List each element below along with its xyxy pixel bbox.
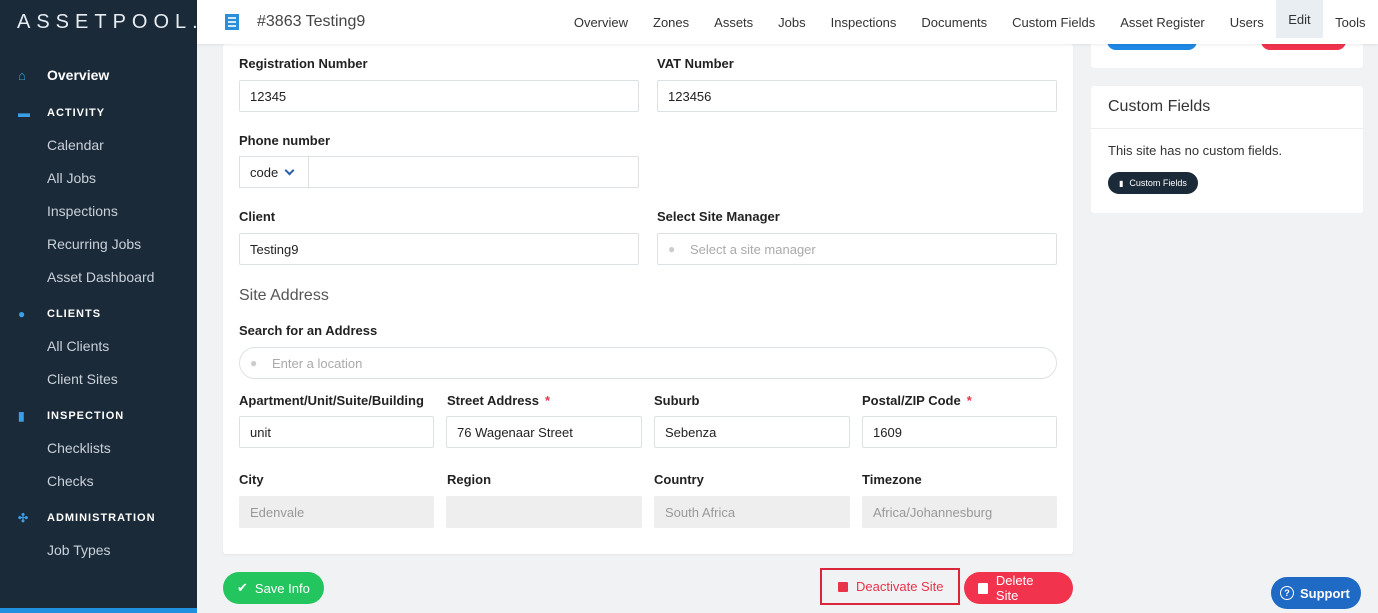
site-actions-panel <box>1091 32 1363 68</box>
timezone-input: Africa/Johannesburg <box>862 496 1057 528</box>
trash-icon <box>978 582 988 594</box>
sidebar-item-checklists[interactable]: Checklists <box>0 431 197 464</box>
apartment-input[interactable]: unit <box>239 416 434 448</box>
sidebar-item-label: Overview <box>47 67 110 83</box>
region-input <box>446 496 642 528</box>
region-label: Region <box>447 472 492 487</box>
registration-number-label: Registration Number <box>239 56 368 71</box>
page-title: #3863 Testing9 <box>257 13 366 30</box>
sidebar-item-recurring-jobs[interactable]: Recurring Jobs <box>0 227 197 260</box>
tab-asset-register[interactable]: Asset Register <box>1108 0 1218 44</box>
briefcase-icon: ▬ <box>18 106 31 120</box>
user-icon: ● <box>668 242 676 256</box>
suburb-input[interactable]: Sebenza <box>654 416 850 448</box>
tab-custom-fields[interactable]: Custom Fields <box>1000 0 1108 44</box>
app-logo[interactable]: ASSETPOOL. <box>0 0 198 44</box>
sidebar-section-administration: ✣ ADMINISTRATION <box>18 511 156 525</box>
street-address-input[interactable]: 76 Wagenaar Street <box>446 416 642 448</box>
required-marker: * <box>545 393 551 408</box>
map-pin-icon: ● <box>250 356 258 370</box>
top-bar: #3863 Testing9 Overview Zones Assets Job… <box>197 0 1378 44</box>
tab-jobs[interactable]: Jobs <box>766 0 818 44</box>
sidebar-item-overview[interactable]: ⌂ Overview <box>0 58 197 92</box>
site-tabs: Overview Zones Assets Jobs Inspections D… <box>561 0 1378 44</box>
city-label: City <box>239 472 264 487</box>
sidebar-item-job-types[interactable]: Job Types <box>0 533 197 566</box>
check-icon: ✔ <box>237 580 248 595</box>
site-form-card: Registration Number 12345 VAT Number 123… <box>223 44 1073 554</box>
sidebar-section-activity: ▬ ACTIVITY <box>18 106 106 120</box>
clipboard-icon: ▮ <box>1119 178 1124 188</box>
tab-users[interactable]: Users <box>1217 0 1276 44</box>
postal-code-label: Postal/ZIP Code * <box>862 393 972 408</box>
building-icon <box>225 14 239 30</box>
site-address-heading: Site Address <box>239 287 329 304</box>
help-icon: ? <box>1280 586 1294 600</box>
city-input: Edenvale <box>239 496 434 528</box>
phone-number-input[interactable] <box>308 156 639 188</box>
phone-code-select[interactable]: code <box>239 156 309 188</box>
tab-overview[interactable]: Overview <box>561 0 640 44</box>
address-search-input[interactable]: ● Enter a location <box>239 347 1057 379</box>
sidebar-item-all-clients[interactable]: All Clients <box>0 329 197 362</box>
vat-number-label: VAT Number <box>657 56 734 71</box>
tab-edit[interactable]: Edit <box>1276 0 1323 38</box>
street-address-label: Street Address * <box>447 393 551 408</box>
site-manager-select[interactable]: ● Select a site manager <box>657 233 1057 265</box>
panel-title: Custom Fields <box>1091 86 1363 129</box>
client-input[interactable]: Testing9 <box>239 233 639 265</box>
site-manager-label: Select Site Manager <box>657 209 780 224</box>
sidebar-section-clients: ● CLIENTS <box>18 307 102 321</box>
tab-inspections[interactable]: Inspections <box>818 0 909 44</box>
search-address-label: Search for an Address <box>239 323 378 338</box>
postal-code-input[interactable]: 1609 <box>862 416 1057 448</box>
sidebar-item-asset-dashboard[interactable]: Asset Dashboard <box>0 260 197 293</box>
phone-number-label: Phone number <box>239 133 331 148</box>
suburb-label: Suburb <box>654 393 700 408</box>
timezone-label: Timezone <box>862 472 922 487</box>
users-icon: ● <box>18 307 27 321</box>
sidebar-active-indicator <box>0 608 197 613</box>
client-label: Client <box>239 209 276 224</box>
support-button[interactable]: ? Support <box>1271 577 1361 609</box>
country-label: Country <box>654 472 704 487</box>
custom-fields-button[interactable]: ▮ Custom Fields <box>1108 172 1198 194</box>
home-icon: ⌂ <box>18 67 26 83</box>
empty-message: This site has no custom fields. <box>1108 143 1283 158</box>
required-marker: * <box>966 393 972 408</box>
tab-documents[interactable]: Documents <box>909 0 1000 44</box>
tab-zones[interactable]: Zones <box>641 0 702 44</box>
sidebar: ASSETPOOL. ⌂ Overview ▬ ACTIVITY Calenda… <box>0 0 198 613</box>
country-input: South Africa <box>654 496 850 528</box>
sidebar-item-calendar[interactable]: Calendar <box>0 128 197 161</box>
registration-number-input[interactable]: 12345 <box>239 80 639 112</box>
chevron-down-icon <box>284 165 295 175</box>
cogs-icon: ✣ <box>18 511 30 525</box>
save-info-button[interactable]: ✔ Save Info <box>223 572 324 604</box>
apartment-label: Apartment/Unit/Suite/Building <box>239 393 424 408</box>
delete-site-button[interactable]: Delete Site <box>964 572 1073 604</box>
custom-fields-panel: Custom Fields This site has no custom fi… <box>1091 86 1363 213</box>
vat-number-input[interactable]: 123456 <box>657 80 1057 112</box>
sidebar-item-checks[interactable]: Checks <box>0 464 197 497</box>
tab-assets[interactable]: Assets <box>702 0 766 44</box>
sidebar-section-inspection: ▮ INSPECTION <box>18 409 125 423</box>
deactivate-site-button[interactable]: Deactivate Site <box>820 568 960 605</box>
clipboard-icon: ▮ <box>18 409 26 423</box>
sidebar-item-client-sites[interactable]: Client Sites <box>0 362 197 395</box>
sidebar-item-inspections[interactable]: Inspections <box>0 194 197 227</box>
stop-icon <box>838 581 848 592</box>
tab-tools[interactable]: Tools <box>1323 0 1378 44</box>
sidebar-item-all-jobs[interactable]: All Jobs <box>0 161 197 194</box>
